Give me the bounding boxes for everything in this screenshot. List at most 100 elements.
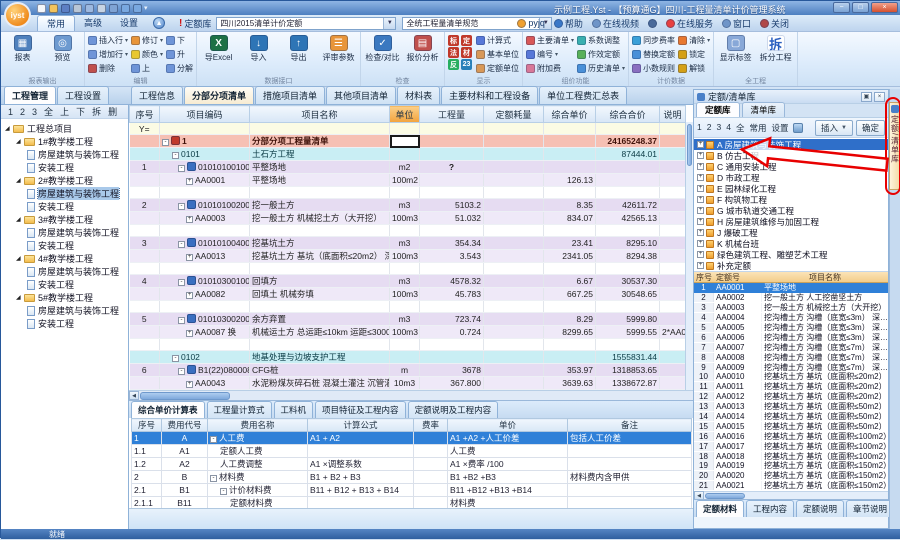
expander-icon[interactable]: ◢ — [16, 294, 24, 301]
left-tab-1[interactable]: 工程设置 — [57, 86, 109, 104]
cell-unit[interactable] — [390, 135, 420, 148]
quota-tree-item-10[interactable]: +绿色建筑工程、雕塑艺术工程 — [694, 249, 888, 260]
grid-row[interactable]: +AA0082回填土 机械夯填100m345.783667.2530548.65 — [130, 288, 686, 301]
utility-item-6[interactable]: 关闭 — [760, 17, 789, 30]
quota-bottom-tab-2[interactable]: 定额说明 — [796, 500, 844, 517]
collapse-icon[interactable]: - — [178, 165, 185, 172]
quota-tree-item-7[interactable]: +H 房屋建筑维修与加固工程 — [694, 216, 888, 227]
ribbon-button-5-2[interactable]: 附加费 — [526, 61, 574, 75]
tree-item-13[interactable]: ◢5#教学楼工程 — [1, 291, 128, 304]
ribbon-button-5-4[interactable]: 作效定额 — [577, 47, 625, 61]
main-col-5[interactable]: 定额耗量 — [484, 106, 544, 123]
utility-item-2[interactable]: 在线视频 — [592, 17, 639, 30]
ribbon-button-2-1[interactable]: ↓导入 — [240, 33, 277, 63]
ribbon-button-3-0[interactable]: ✓检查/对比 — [364, 33, 401, 63]
grid-row[interactable]: +AA0013挖基坑土方 基坑（底面积≤20m2） 深度…100m33.5432… — [130, 250, 686, 263]
cell-unit[interactable]: 100m3 — [390, 212, 420, 225]
expand-icon[interactable]: + — [697, 229, 704, 236]
ribbon-button-7-1[interactable]: 拆拆分工程 — [757, 33, 794, 63]
quota-toolbar-button-2[interactable]: 3 — [716, 122, 721, 134]
grid-row[interactable]: +AA0043水泥粉煤灰碎石桩 混凝土灌注 沉管灌注桩机 商品混凝土10m336… — [130, 377, 686, 390]
cell-code[interactable]: -010101002002 — [160, 199, 250, 212]
tree-toolbar-button-6[interactable]: 拆 — [92, 105, 101, 118]
main-tab-6[interactable]: 单位工程费汇总表 — [539, 86, 627, 104]
detail-tab-0[interactable]: 综合单价计算表 — [131, 401, 205, 418]
collapse-icon[interactable]: - — [178, 241, 185, 248]
quota-tree-item-6[interactable]: +G 城市轨道交通工程 — [694, 205, 888, 216]
quota-tree-item-4[interactable]: +E 园林绿化工程 — [694, 183, 888, 194]
cell-unit[interactable]: m3 — [390, 275, 420, 288]
grid-row[interactable] — [130, 339, 686, 351]
quota-tree-item-0[interactable]: +A 房屋建筑与装饰工程 — [694, 139, 888, 150]
collapse-icon[interactable]: - — [220, 488, 227, 495]
quota-tree-item-2[interactable]: +C 通用安装工程 — [694, 161, 888, 172]
ribbon-button-1-3[interactable]: 修订▾ — [131, 33, 163, 47]
ribbon-button-2-2[interactable]: ↑导出 — [280, 33, 317, 63]
tree-toolbar-button-5[interactable]: 下 — [76, 105, 85, 118]
cell-code[interactable]: -B1(22)080008 — [160, 364, 250, 377]
ribbon-button-1-0[interactable]: 插入行▾ — [88, 33, 128, 47]
ribbon-button-1-2[interactable]: 删除 — [88, 61, 128, 75]
grid-row[interactable]: -0102地基处理与边坡支护工程1555831.44 — [130, 351, 686, 364]
ribbon-button-4-1[interactable]: 基本单位 — [476, 47, 519, 61]
quota-tab-1[interactable]: 清单库 — [742, 102, 786, 117]
ribbon-button-6-4[interactable]: 锁定 — [678, 47, 710, 61]
cell-unit[interactable]: 100m3 — [390, 288, 420, 301]
tree-toolbar-button-3[interactable]: 全 — [44, 105, 53, 118]
quota-tree-item-9[interactable]: +K 机械台班 — [694, 238, 888, 249]
main-col-8[interactable]: 说明 — [660, 106, 686, 123]
ribbon-button-6-3[interactable]: 清除▾ — [678, 33, 710, 47]
expand-icon[interactable]: + — [697, 163, 704, 170]
menu-tab-0[interactable]: 常用 — [37, 15, 75, 31]
detail-col-3[interactable]: 计算公式 — [308, 419, 414, 432]
quota-toolbar-button-1[interactable]: 2 — [707, 122, 712, 134]
quota-tab-0[interactable]: 定额库 — [696, 102, 740, 117]
scrollbar-thumb[interactable] — [705, 493, 745, 499]
cut-icon[interactable] — [97, 4, 106, 13]
main-col-0[interactable]: 序号 — [130, 106, 160, 123]
display-badge-4[interactable]: 反 — [448, 59, 459, 70]
main-col-1[interactable]: 项目编码 — [160, 106, 250, 123]
quota-tree-item-1[interactable]: +B 仿古工程 — [694, 150, 888, 161]
detail-row[interactable]: 1.1A1定额人工费人工费 — [132, 445, 692, 458]
collapse-icon[interactable]: - — [178, 317, 185, 324]
utility-item-1[interactable]: 帮助 — [554, 17, 583, 30]
tree-item-6[interactable]: 安装工程 — [1, 200, 128, 213]
ribbon-button-5-1[interactable]: 编号▾ — [526, 47, 574, 61]
tree-item-10[interactable]: ◢4#教学楼工程 — [1, 252, 128, 265]
detail-tab-1[interactable]: 工程量计算式 — [207, 401, 272, 418]
tree-item-15[interactable]: 安装工程 — [1, 317, 128, 330]
tree-toolbar-button-7[interactable]: 删 — [108, 105, 117, 118]
tree-toolbar-button-2[interactable]: 3 — [32, 107, 37, 117]
quota-toolbar-button-4[interactable]: 全 — [736, 122, 745, 134]
detail-col-0[interactable]: 序号 — [132, 419, 162, 432]
pin-icon[interactable]: ▣ — [861, 92, 872, 102]
expand-icon[interactable]: + — [697, 141, 704, 148]
utility-item-5[interactable]: 窗口 — [722, 17, 751, 30]
quota-bottom-tab-0[interactable]: 定额材料 — [696, 500, 744, 517]
tree-item-5[interactable]: 房屋建筑与装饰工程 — [1, 187, 128, 200]
print-icon[interactable] — [73, 4, 82, 13]
scrollbar-thumb[interactable] — [687, 124, 692, 166]
expand-icon[interactable]: + — [186, 330, 193, 337]
close-button[interactable]: × — [871, 2, 898, 13]
expander-icon[interactable]: ◢ — [16, 138, 24, 145]
tree-toolbar-button-0[interactable]: 1 — [8, 107, 13, 117]
quota-tree-item-5[interactable]: +F 构筑物工程 — [694, 194, 888, 205]
ribbon-button-6-2[interactable]: 小数规则 — [632, 61, 675, 75]
detail-row[interactable]: 2B-材料费B1 + B2 + B3B1 +B2 +B3材料费内含甲供 — [132, 471, 692, 484]
horizontal-scrollbar[interactable]: ◀ — [129, 390, 693, 400]
confirm-button[interactable]: 确定 — [856, 120, 885, 136]
detail-col-1[interactable]: 费用代号 — [162, 419, 208, 432]
tree-item-8[interactable]: 房屋建筑与装饰工程 — [1, 226, 128, 239]
redo-icon[interactable] — [133, 4, 142, 13]
tree-item-9[interactable]: 安装工程 — [1, 239, 128, 252]
quota-tree-item-3[interactable]: +D 市政工程 — [694, 172, 888, 183]
tree-item-3[interactable]: 安装工程 — [1, 161, 128, 174]
utility-item-0[interactable]: pyjq — [517, 18, 545, 28]
filter-row[interactable]: Y= — [130, 123, 686, 135]
ribbon-button-6-1[interactable]: 替换定额 — [632, 47, 675, 61]
grid-row[interactable]: +AA0087 换机械运土方 总运距≤10km 运距≤3000m100m30.7… — [130, 326, 686, 339]
detail-col-5[interactable]: 单价 — [448, 419, 568, 432]
cell-unit[interactable]: m — [390, 364, 420, 377]
